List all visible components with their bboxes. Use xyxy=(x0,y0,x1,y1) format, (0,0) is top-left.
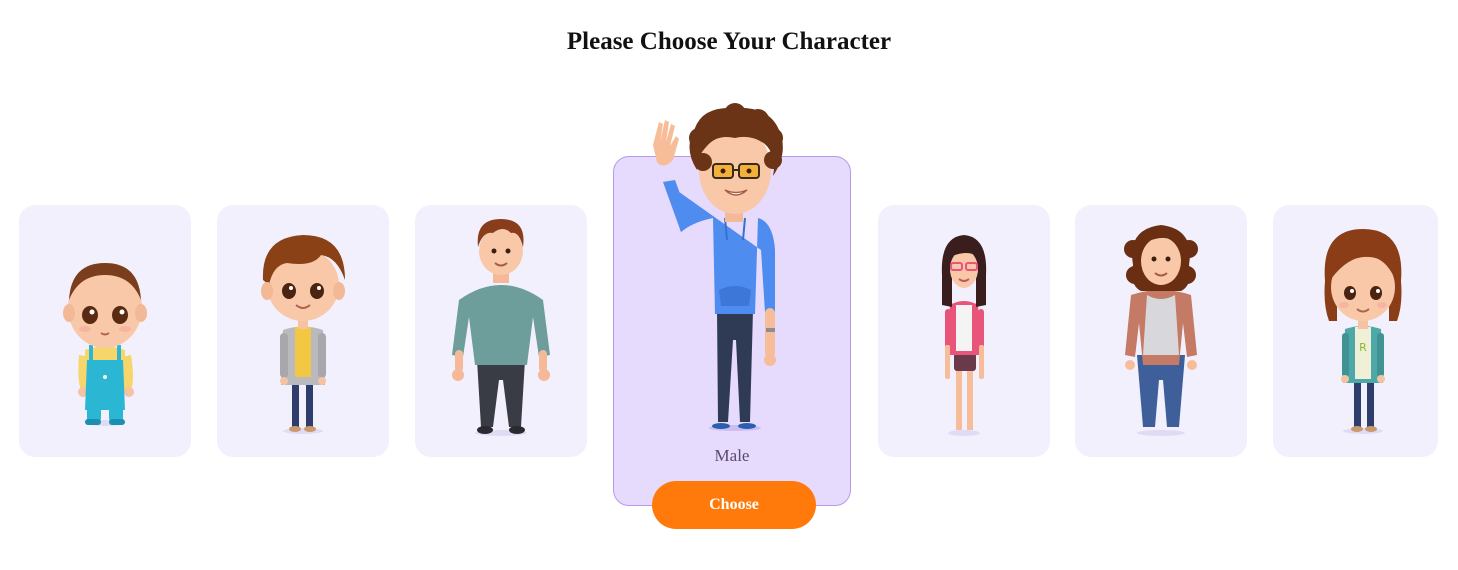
woman-character-icon xyxy=(1124,225,1198,436)
choose-button[interactable]: Choose xyxy=(652,481,816,529)
character-card-woman[interactable] xyxy=(1075,205,1247,457)
girl-character-icon xyxy=(941,235,987,436)
character-label: Male xyxy=(714,446,750,465)
character-card-baby[interactable] xyxy=(19,205,191,457)
svg-text:R: R xyxy=(1359,341,1367,354)
young-girl-character-icon: R xyxy=(1324,229,1402,434)
man-character-icon xyxy=(452,219,550,436)
boy-character-icon xyxy=(261,235,345,434)
character-card-boy[interactable] xyxy=(217,205,389,457)
baby-character-icon xyxy=(63,263,147,426)
character-card-man[interactable] xyxy=(415,205,587,457)
character-card-girl[interactable] xyxy=(878,205,1050,457)
page-title: Please Choose Your Character xyxy=(566,28,892,55)
male-character-icon xyxy=(653,103,783,431)
character-card-young-girl[interactable]: R xyxy=(1273,205,1438,457)
